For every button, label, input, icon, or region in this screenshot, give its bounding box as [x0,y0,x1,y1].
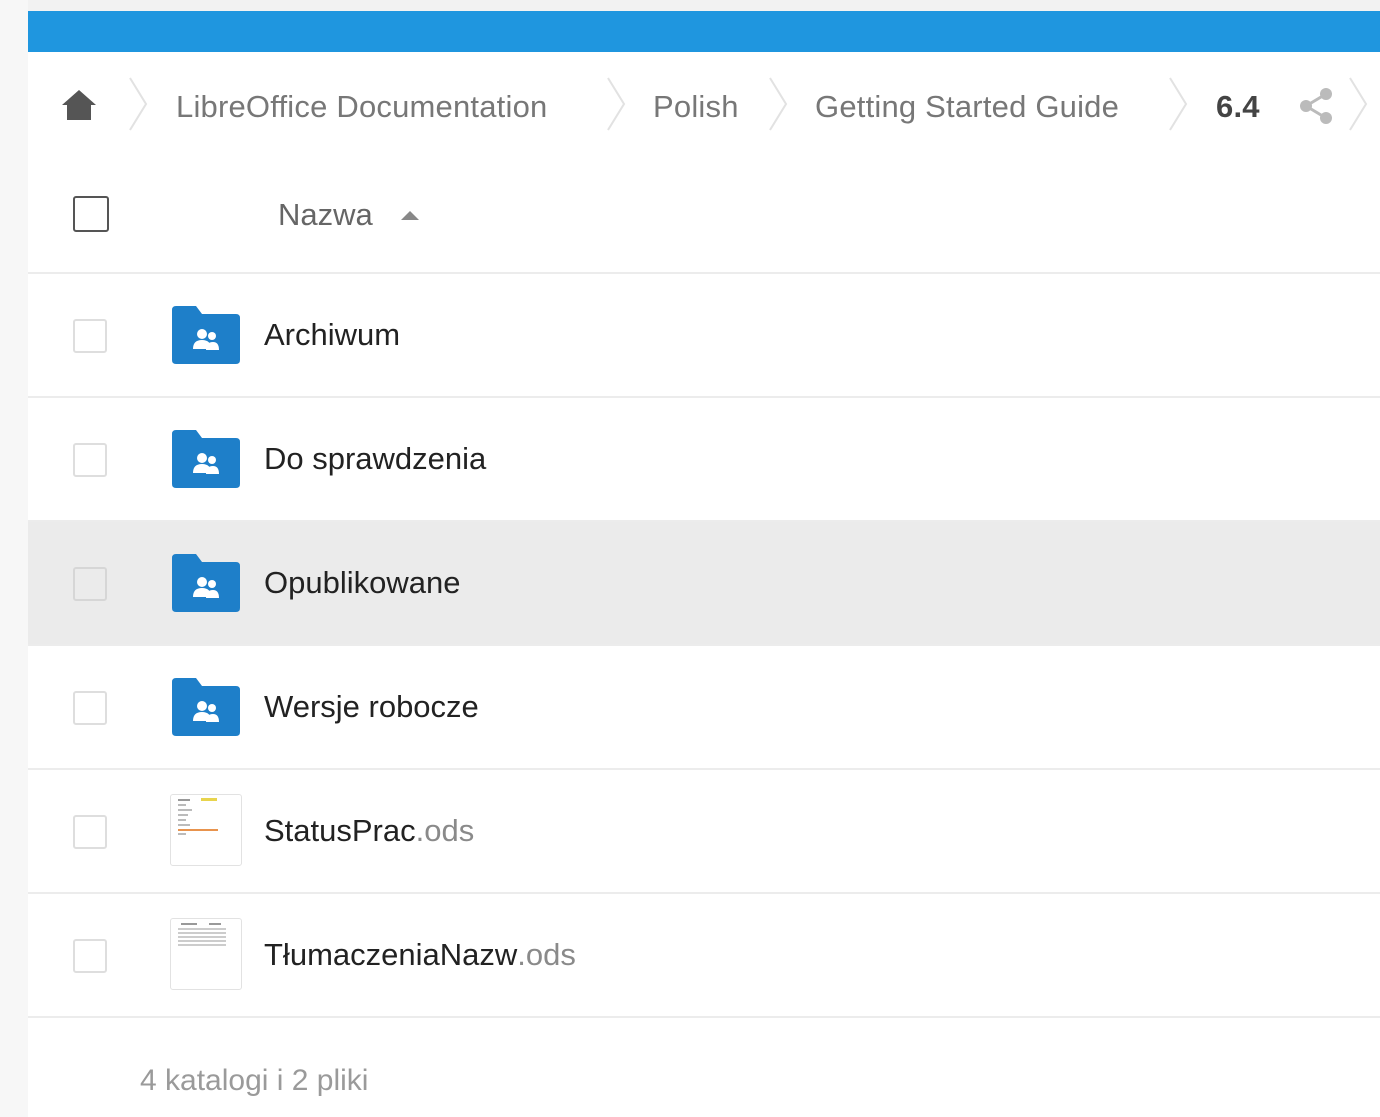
shared-folder-icon [172,306,240,364]
file-row[interactable]: Do sprawdzenia [28,398,1380,522]
file-extension: .ods [415,813,475,848]
column-name-label: Nazwa [278,197,373,232]
chevron-right-icon [129,77,148,131]
file-name[interactable]: StatusPrac .ods [264,808,474,854]
file-name[interactable]: TłumaczeniaNazw .ods [264,932,576,978]
share-icon[interactable] [1296,86,1336,126]
breadcrumb-label: Polish [653,89,739,124]
chevron-right-icon [1169,77,1188,131]
file-name[interactable]: Archiwum [264,312,400,358]
file-row[interactable]: Wersje robocze [28,646,1380,770]
files-view: LibreOffice Documentation Polish Getting… [28,52,1380,1117]
breadcrumb-item-libreoffice-documentation[interactable]: LibreOffice Documentation [176,52,547,162]
row-checkbox[interactable] [73,567,107,601]
select-all-checkbox[interactable] [73,196,109,232]
breadcrumb-label: LibreOffice Documentation [176,89,548,124]
file-name[interactable]: Wersje robocze [264,684,479,730]
breadcrumb-item-current[interactable]: 6.4 [1216,52,1260,162]
chevron-right-icon [1349,77,1368,131]
shared-folder-icon [172,554,240,612]
breadcrumb-item-getting-started-guide[interactable]: Getting Started Guide [815,52,1119,162]
file-name[interactable]: Opublikowane [264,560,460,606]
file-basename: TłumaczeniaNazw [264,937,518,972]
file-list: Archiwum Do sprawdzenia Opublikowane Wer… [28,274,1380,1018]
header-bar [8,11,1380,52]
file-row[interactable]: Opublikowane [28,522,1380,646]
chevron-right-icon [607,77,626,131]
spreadsheet-thumbnail-icon [170,794,242,866]
breadcrumb: LibreOffice Documentation Polish Getting… [28,52,1380,162]
file-row[interactable]: Archiwum [28,274,1380,398]
top-edge [0,0,1380,11]
file-extension: .ods [517,937,576,972]
breadcrumb-item-polish[interactable]: Polish [653,52,739,162]
file-row[interactable]: StatusPrac .ods [28,770,1380,894]
file-name[interactable]: Do sprawdzenia [264,436,486,482]
left-edge [0,0,28,1117]
row-checkbox[interactable] [73,815,107,849]
breadcrumb-label: 6.4 [1216,89,1260,124]
chevron-right-icon [769,77,788,131]
file-basename: Do sprawdzenia [264,441,487,476]
sort-by-name-button[interactable]: Nazwa [278,192,419,238]
row-checkbox[interactable] [73,691,107,725]
file-basename: Archiwum [264,317,401,352]
file-row[interactable]: TłumaczeniaNazw .ods [28,894,1380,1018]
row-checkbox[interactable] [73,443,107,477]
file-list-header: Nazwa [28,162,1380,274]
sort-ascending-icon [400,210,419,220]
shared-folder-icon [172,678,240,736]
file-basename: StatusPrac [264,813,416,848]
row-checkbox[interactable] [73,319,107,353]
file-summary: 4 katalogi i 2 pliki [140,1064,369,1097]
file-basename: Opublikowane [264,565,461,600]
spreadsheet-thumbnail-icon [170,918,242,990]
shared-folder-icon [172,430,240,488]
breadcrumb-label: Getting Started Guide [815,89,1120,124]
file-basename: Wersje robocze [264,689,479,724]
row-checkbox[interactable] [73,939,107,973]
home-icon[interactable] [60,88,98,122]
